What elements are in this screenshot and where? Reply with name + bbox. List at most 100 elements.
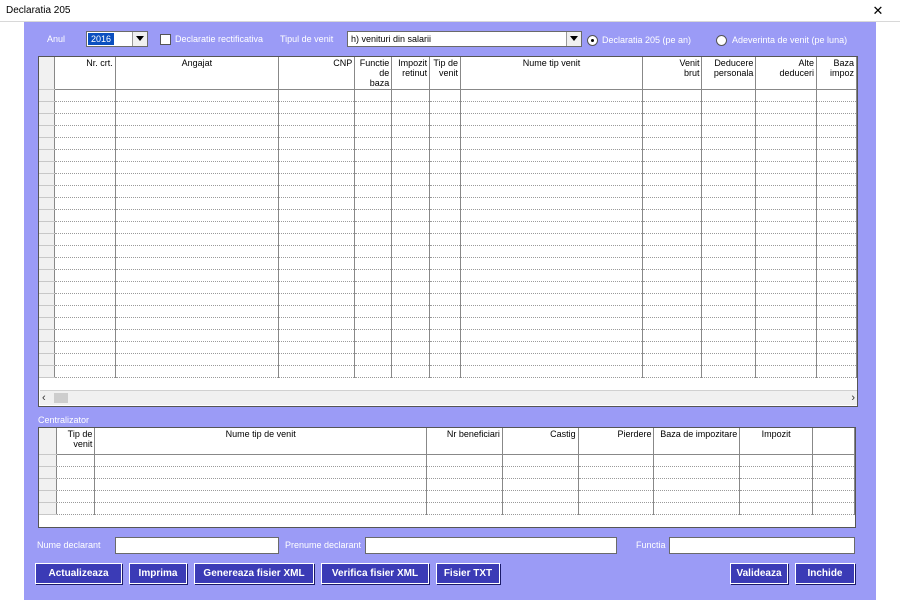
table-cell[interactable] (278, 221, 356, 234)
table-cell[interactable] (278, 149, 356, 162)
table-cell[interactable] (354, 365, 393, 378)
table-cell[interactable] (642, 353, 703, 366)
table-cell[interactable] (755, 209, 818, 222)
table-cell[interactable] (429, 185, 462, 198)
table-row[interactable] (39, 185, 857, 198)
table-cell[interactable] (460, 269, 643, 282)
chevron-down-icon[interactable] (132, 32, 147, 46)
table-cell[interactable] (653, 466, 741, 479)
table-cell[interactable] (701, 353, 757, 366)
valideaza-button[interactable]: Valideaza (730, 563, 788, 584)
prenume-declarant-input[interactable] (365, 537, 617, 554)
table-cell[interactable] (54, 113, 116, 126)
table-cell[interactable] (54, 137, 116, 150)
table-cell[interactable] (642, 209, 703, 222)
table-cell[interactable] (578, 466, 655, 479)
table-cell[interactable] (115, 317, 280, 330)
table-cell[interactable] (391, 125, 431, 138)
table-cell[interactable] (755, 185, 818, 198)
table-cell[interactable] (54, 329, 116, 342)
table-cell[interactable] (391, 245, 431, 258)
table-cell[interactable] (429, 293, 462, 306)
row-header[interactable] (39, 502, 58, 515)
table-row[interactable] (39, 125, 857, 138)
table-row[interactable] (39, 89, 857, 102)
row-header[interactable] (39, 466, 58, 479)
table-cell[interactable] (56, 502, 96, 515)
table-cell[interactable] (354, 341, 393, 354)
table-row[interactable] (39, 137, 857, 150)
table-row[interactable] (39, 329, 857, 342)
table-cell[interactable] (642, 257, 703, 270)
table-cell[interactable] (115, 245, 280, 258)
table-cell[interactable] (54, 281, 116, 294)
table-cell[interactable] (816, 353, 857, 366)
table-cell[interactable] (429, 341, 462, 354)
table-cell[interactable] (701, 257, 757, 270)
table-cell[interactable] (701, 125, 757, 138)
table-cell[interactable] (460, 197, 643, 210)
table-cell[interactable] (54, 257, 116, 270)
table-cell[interactable] (391, 329, 431, 342)
table-cell[interactable] (278, 137, 356, 150)
table-row[interactable] (39, 101, 857, 114)
table-row[interactable] (39, 245, 857, 258)
table-cell[interactable] (54, 305, 116, 318)
table-cell[interactable] (94, 478, 427, 491)
row-header[interactable] (39, 101, 56, 114)
table-cell[interactable] (653, 490, 741, 503)
table-cell[interactable] (391, 269, 431, 282)
table-row[interactable] (39, 209, 857, 222)
table-cell[interactable] (354, 185, 393, 198)
table-cell[interactable] (701, 185, 757, 198)
table-cell[interactable] (701, 113, 757, 126)
table-cell[interactable] (739, 490, 814, 503)
table-row[interactable] (39, 233, 857, 246)
table-cell[interactable] (460, 317, 643, 330)
table-cell[interactable] (701, 161, 757, 174)
table-cell[interactable] (354, 209, 393, 222)
table-cell[interactable] (54, 209, 116, 222)
row-header[interactable] (39, 197, 56, 210)
row-header[interactable] (39, 293, 56, 306)
table-row[interactable] (39, 478, 855, 491)
table-cell[interactable] (354, 269, 393, 282)
table-cell[interactable] (429, 89, 462, 102)
table-cell[interactable] (701, 305, 757, 318)
table-cell[interactable] (460, 341, 643, 354)
table-cell[interactable] (391, 341, 431, 354)
table-cell[interactable] (278, 341, 356, 354)
table-cell[interactable] (642, 317, 703, 330)
table-cell[interactable] (54, 125, 116, 138)
table-cell[interactable] (429, 305, 462, 318)
table-cell[interactable] (429, 197, 462, 210)
table-cell[interactable] (278, 365, 356, 378)
col-baza-impozitare[interactable]: Baza de impozitare (653, 428, 741, 455)
table-cell[interactable] (701, 89, 757, 102)
table-cell[interactable] (429, 269, 462, 282)
table-cell[interactable] (642, 233, 703, 246)
table-cell[interactable] (56, 478, 96, 491)
table-cell[interactable] (115, 329, 280, 342)
table-cell[interactable] (278, 101, 356, 114)
table-cell[interactable] (278, 197, 356, 210)
table-cell[interactable] (642, 101, 703, 114)
table-cell[interactable] (460, 173, 643, 186)
table-cell[interactable] (460, 113, 643, 126)
table-cell[interactable] (115, 113, 280, 126)
row-header[interactable] (39, 478, 58, 491)
table-cell[interactable] (701, 101, 757, 114)
table-cell[interactable] (115, 365, 280, 378)
table-cell[interactable] (755, 233, 818, 246)
table-cell[interactable] (429, 245, 462, 258)
table-cell[interactable] (354, 305, 393, 318)
table-cell[interactable] (115, 281, 280, 294)
nume-declarant-input[interactable] (115, 537, 279, 554)
col-nr-beneficiari[interactable]: Nr beneficiari (426, 428, 503, 455)
table-cell[interactable] (502, 490, 579, 503)
table-cell[interactable] (755, 101, 818, 114)
table-cell[interactable] (653, 454, 741, 467)
table-cell[interactable] (816, 293, 857, 306)
table-row[interactable] (39, 197, 857, 210)
table-cell[interactable] (755, 269, 818, 282)
